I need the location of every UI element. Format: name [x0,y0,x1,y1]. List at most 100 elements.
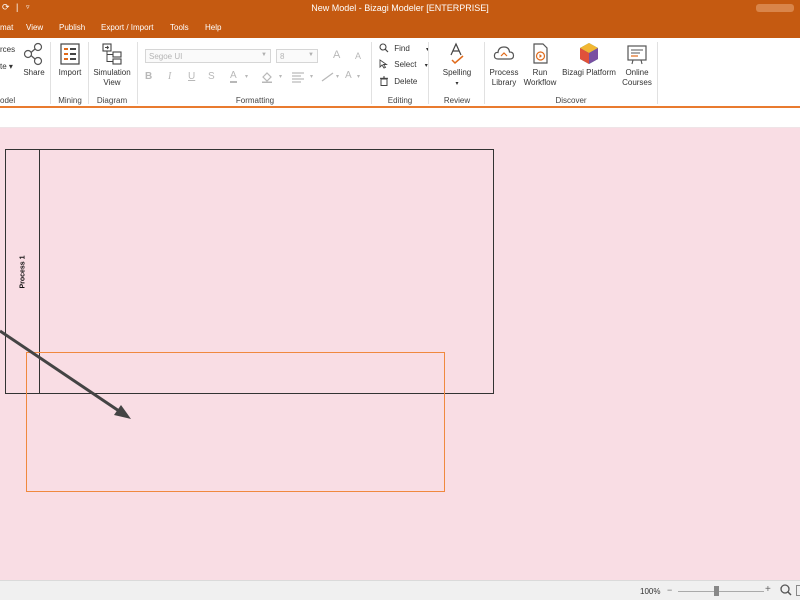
formatting-group-label: Formatting [235,96,275,105]
underline-button[interactable]: U [188,71,195,82]
cloud-icon [493,46,515,60]
tab-strip [0,108,800,128]
validate-label: te [0,62,7,71]
simulation-view-label-1: Simulation [93,68,131,77]
discover-group-label: Discover [555,96,587,105]
status-bar: 100% − + [0,580,800,600]
page-view-icon[interactable] [796,585,800,596]
cursor-icon [379,59,388,69]
spelling-label: Spelling [442,68,472,77]
import-button[interactable]: Import [55,42,85,78]
share-icon [23,42,43,66]
ribbon: rces te ▾ Share odel Import Mining Simul… [0,38,800,108]
resources-button[interactable]: rces [0,45,15,54]
chevron-down-icon: ▾ [336,74,340,80]
process-library-button[interactable]: Process Library [488,42,520,88]
group-separator [657,42,658,104]
group-separator [50,42,51,104]
chevron-down-icon: ▾ [245,74,249,80]
diagram-canvas[interactable]: Process 1 [0,128,800,580]
simulation-view-button[interactable]: Simulation View [90,42,134,88]
menu-view[interactable]: View [26,23,43,32]
account-area[interactable] [756,4,794,12]
zoom-level: 100% [640,587,661,596]
font-size-value: 8 [280,52,285,61]
trash-icon [380,76,388,86]
chevron-down-icon: ▾ [455,81,459,87]
arrowhead-icon [114,405,131,419]
search-icon [379,43,389,53]
delete-label: Delete [394,77,418,86]
run-workflow-label-2: Workflow [523,78,557,87]
find-button[interactable]: Find ▾ [379,43,429,53]
grow-font-button[interactable]: A [333,49,340,61]
diagram-group-label: Diagram [96,96,128,105]
font-name-value: Segoe UI [149,52,183,61]
bizagi-platform-label: Bizagi Platform [562,68,616,77]
font-size-select[interactable]: 8 ▼ [276,49,318,63]
menu-tools[interactable]: Tools [170,23,189,32]
online-courses-button[interactable]: Online Courses [620,42,654,88]
online-courses-label-2: Courses [622,78,652,87]
run-workflow-button[interactable]: Run Workflow [521,42,559,88]
run-workflow-label-1: Run [532,68,548,77]
editing-group-label: Editing [387,96,413,105]
share-label: Share [23,68,45,77]
import-icon [60,43,80,65]
online-courses-label-1: Online [625,68,649,77]
menu-bar: mat View Publish Export / Import Tools H… [0,16,800,38]
title-bar: ⟳ | ▿ New Model - Bizagi Modeler [ENTERP… [0,0,800,16]
run-workflow-icon [533,43,548,64]
align-icon[interactable] [291,71,305,83]
find-label: Find [394,44,410,53]
zoom-fit-icon[interactable] [780,584,792,596]
spelling-icon [450,42,464,65]
bizagi-modeler-window: ⟳ | ▿ New Model - Bizagi Modeler [ENTERP… [0,0,800,600]
font-name-select[interactable]: Segoe UI ▼ [145,49,271,63]
share-button[interactable]: Share [22,42,46,78]
simulation-view-icon [102,43,122,65]
delete-button[interactable]: Delete [379,76,417,86]
select-label: Select [394,60,417,69]
simulation-view-label-2: View [103,78,121,87]
italic-button[interactable]: I [168,71,171,82]
review-group-label: Review [443,96,471,105]
connector-arrow[interactable] [0,128,800,580]
zoom-out-button[interactable]: − [667,585,672,595]
shrink-font-button[interactable]: A [355,51,361,61]
strikethrough-button[interactable]: S [208,71,215,82]
group-separator [137,42,138,104]
zoom-slider-thumb[interactable] [713,586,719,596]
import-label: Import [58,68,82,77]
spelling-button[interactable]: Spelling ▾ [437,42,477,89]
group-separator [428,42,429,104]
zoom-in-button[interactable]: + [765,584,771,595]
group-separator [88,42,89,104]
bizagi-platform-button[interactable]: Bizagi Platform [561,42,617,78]
window-title: New Model - Bizagi Modeler [ENTERPRISE] [311,3,489,13]
model-group-label: odel [0,96,16,105]
menu-export-import[interactable]: Export / Import [101,23,153,32]
menu-publish[interactable]: Publish [59,23,85,32]
process-library-label-1: Process [489,68,519,77]
menu-format[interactable]: mat [0,23,13,32]
bold-button[interactable]: B [145,71,152,82]
mining-group-label: Mining [58,96,82,105]
select-button[interactable]: Select ▾ [379,59,428,69]
font-color-button[interactable]: A [230,70,237,83]
chevron-down-icon: ▼ [308,52,314,58]
chevron-down-icon: ▾ [310,74,314,80]
bizagi-logo-icon [580,43,598,64]
validate-button[interactable]: te ▾ [0,62,13,71]
online-courses-icon [627,45,647,65]
menu-help[interactable]: Help [205,23,221,32]
text-size-button[interactable]: A [345,70,352,81]
group-separator [371,42,372,104]
chevron-down-icon: ▾ [279,74,283,80]
zoom-slider[interactable] [678,591,764,592]
chevron-down-icon: ▼ [261,52,267,58]
line-style-icon[interactable] [321,71,335,83]
process-library-label-2: Library [491,78,517,87]
chevron-down-icon: ▾ [357,74,361,80]
fill-color-icon[interactable] [261,71,273,83]
